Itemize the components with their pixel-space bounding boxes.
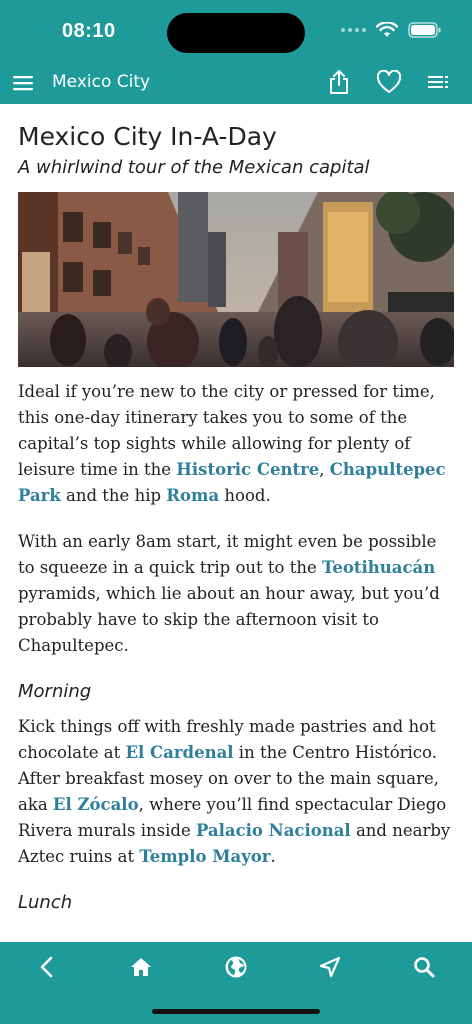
article-content[interactable]: Mexico City In-A-Day A whirlwind tour of… xyxy=(0,104,472,942)
cellular-signal-icon xyxy=(341,28,366,32)
nav-title: Mexico City xyxy=(52,72,151,92)
globe-icon[interactable] xyxy=(221,952,251,982)
paragraph-text: . xyxy=(270,847,276,866)
link-palacio-nacional[interactable]: Palacio Nacional xyxy=(196,821,351,840)
paragraph-text: pyramids, which lie about an hour away, … xyxy=(18,584,440,655)
second-paragraph: With an early 8am start, it might even b… xyxy=(18,529,454,659)
section-heading-morning: Morning xyxy=(18,681,92,702)
back-icon[interactable] xyxy=(32,952,62,982)
link-historic-centre[interactable]: Historic Centre xyxy=(176,460,319,479)
home-icon[interactable] xyxy=(126,952,156,982)
heart-icon[interactable] xyxy=(376,69,402,95)
link-el-zocalo[interactable]: El Zócalo xyxy=(53,795,139,814)
section-heading-lunch: Lunch xyxy=(18,892,73,913)
wifi-icon xyxy=(376,22,398,37)
dynamic-island xyxy=(167,13,305,53)
morning-paragraph: Kick things off with freshly made pastri… xyxy=(18,714,454,870)
status-time: 08:10 xyxy=(62,20,116,42)
status-icons xyxy=(341,22,442,38)
intro-paragraph: Ideal if you’re new to the city or press… xyxy=(18,379,454,509)
article-subtitle: A whirlwind tour of the Mexican capital xyxy=(18,157,370,178)
navigate-icon[interactable] xyxy=(315,952,345,982)
search-icon[interactable] xyxy=(409,952,439,982)
list-icon[interactable] xyxy=(426,69,452,95)
paragraph-text: hood. xyxy=(219,486,271,505)
home-indicator xyxy=(152,1009,320,1014)
menu-icon[interactable] xyxy=(12,72,34,94)
nav-bar: Mexico City xyxy=(0,62,472,104)
paragraph-text: and the hip xyxy=(60,486,167,505)
article-title: Mexico City In-A-Day xyxy=(18,122,277,151)
status-bar: 08:10 xyxy=(0,0,472,62)
link-teotihuacan[interactable]: Teotihuacán xyxy=(322,558,435,577)
hero-image-street-scene xyxy=(18,192,454,367)
battery-icon xyxy=(408,22,441,38)
link-el-cardenal[interactable]: El Cardenal xyxy=(125,743,233,762)
paragraph-text: , xyxy=(319,460,330,479)
nav-actions xyxy=(326,69,452,95)
link-roma[interactable]: Roma xyxy=(166,486,219,505)
link-templo-mayor[interactable]: Templo Mayor xyxy=(139,847,270,866)
share-icon[interactable] xyxy=(326,69,352,95)
